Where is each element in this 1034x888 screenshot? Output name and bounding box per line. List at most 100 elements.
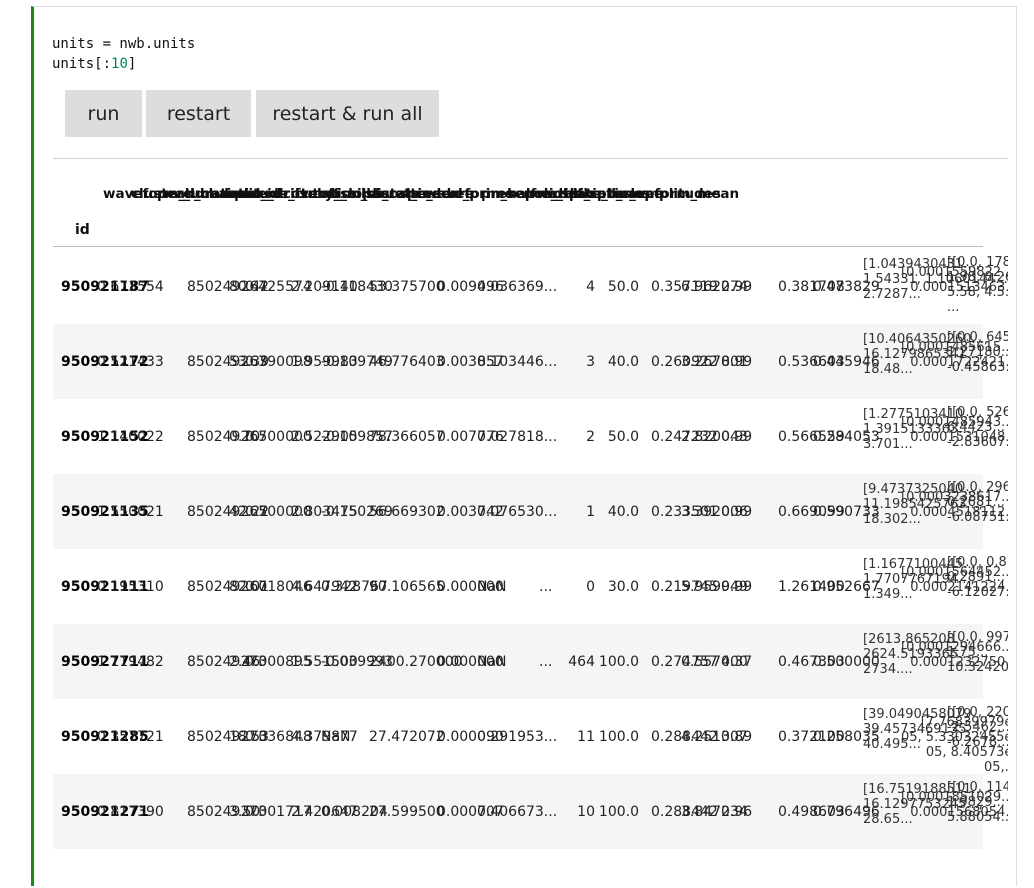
- cell: 0.521433: [97, 353, 164, 370]
- run-button[interactable]: run: [65, 90, 142, 137]
- cell: 0.99: [721, 578, 753, 595]
- table-row: 950921271 0.817390 850249273 3.50 0.001717 2.…: [53, 774, 1008, 849]
- cell: 1.550021: [97, 503, 164, 520]
- array-line: 10.32420...: [947, 660, 1008, 675]
- header-divider: [53, 246, 983, 247]
- cell: NaN: [477, 578, 507, 595]
- cell: NaN: [321, 728, 351, 745]
- cell: 0.195310: [97, 578, 164, 595]
- cell: 0.99: [721, 428, 753, 445]
- array-line: 6.4423...: [947, 420, 1005, 435]
- cell: 0.357721: [97, 728, 164, 745]
- array-line: -2.5462...: [947, 720, 1008, 735]
- cell: 0.99: [721, 353, 753, 370]
- array-line: [[0.0, 9977...: [947, 630, 1008, 645]
- column-header: snr: [239, 186, 264, 202]
- array-line: 0.2891...: [947, 570, 1005, 585]
- array-line: 1.9829...: [947, 795, 1005, 810]
- array-line: 0.2681...: [947, 495, 1005, 510]
- cell-waveform-mean: [[0.0, 2200...-2.5462...-6.2678...: [947, 705, 1008, 750]
- cell: 1.140022: [97, 428, 164, 445]
- cell-spread: 30.0: [607, 578, 639, 595]
- code-input[interactable]: units = nwb.units units[:10]: [52, 34, 195, 74]
- cell: 90.106565: [369, 578, 445, 595]
- cell: 0.89: [721, 728, 753, 745]
- cell: 53.375700: [369, 278, 445, 295]
- cell-local-index: 10: [577, 803, 595, 820]
- cell: 0.673554: [97, 278, 164, 295]
- cell: NaN: [477, 653, 507, 670]
- cell: 0.103446...: [477, 353, 558, 370]
- cell: 0.406673...: [477, 803, 558, 820]
- cell-waveform-mean: [[0.0, 5262...6.4423...-2.83607...: [947, 405, 1008, 450]
- cell: 0.076530...: [477, 503, 558, 520]
- array-line: [[0.0, 2962...: [947, 480, 1008, 495]
- code-line-1: units = nwb.units: [52, 36, 196, 52]
- cell: 1.119482: [97, 653, 164, 670]
- array-line: 1.98, 0.26...: [947, 270, 1008, 285]
- array-line: [[0.0, 0.87950...: [947, 555, 1008, 570]
- array-line: 05,...: [984, 760, 1008, 775]
- array-line: 5.58, 4.5...: [947, 285, 1008, 300]
- cell: 46.776403: [369, 353, 445, 370]
- cell: 56.669302: [369, 503, 445, 520]
- table-row: 950921285 0.357721 850249273 18.53 0.036848 4…: [53, 699, 1008, 775]
- cell-waveform-mean: [[0.0, 0.87950...0.2891...-6.12027...: [947, 555, 1008, 600]
- table-row: 950921111 0.195310 850249267 82.01 0.018046 4…: [53, 549, 1008, 624]
- cell: 0.99: [721, 278, 753, 295]
- cell-local-index: 0: [586, 578, 595, 595]
- cell-local-index: 11: [577, 728, 595, 745]
- cell-waveform-mean: [[0.0, 9977...1.75...10.32420...: [947, 630, 1008, 675]
- column-header: waveform_mean: [615, 186, 740, 202]
- cell-waveform-mean: [[0.0, 6454...1.27180...-0.45863...: [947, 330, 1008, 375]
- cell-local-index: 3: [586, 353, 595, 370]
- cell-spread: 40.0: [607, 503, 639, 520]
- cell-waveform-mean: [[0.0, 114475...1.9829...5.88054...: [947, 780, 1008, 825]
- array-line: 1.27180...: [947, 345, 1008, 360]
- cell-spread: 100.0: [598, 803, 639, 820]
- cell-local-index: 4: [586, 278, 595, 295]
- restart-run-all-button[interactable]: restart & run all: [256, 90, 439, 137]
- notebook-cell: units = nwb.units units[:10] run restart…: [31, 6, 1017, 886]
- cell: 0.027818...: [477, 428, 558, 445]
- cell-spread: 50.0: [607, 278, 639, 295]
- cell-waveform-mean: [[0.0, 1789384...1.98, 0.26...5.58, 4.5.…: [947, 255, 1008, 315]
- cell-spread: 100.0: [598, 728, 639, 745]
- cell: 0.291953...: [477, 728, 558, 745]
- array-line: 1.75...: [947, 645, 989, 660]
- cell: 0.96: [721, 803, 753, 820]
- array-line: [[0.0, 5262...: [947, 405, 1008, 420]
- cell: 27.599500: [369, 803, 445, 820]
- cell: ...: [539, 653, 553, 670]
- restart-button[interactable]: restart: [146, 90, 251, 137]
- output-dataframe[interactable]: waveform_duration cluster_id peak_channel_…: [53, 158, 1008, 888]
- array-line: -0.45863...: [947, 360, 1008, 375]
- cell: 0.37: [721, 653, 753, 670]
- cell-spread: 40.0: [607, 353, 639, 370]
- table-row: 950921172 0.521433 850249267 53.39 0.390098 1…: [53, 324, 1008, 399]
- index-header: id: [75, 222, 90, 238]
- table-row: 950921187 0.673554 850249267 80.42 0.425574 2…: [53, 249, 1008, 324]
- cell: 0.817390: [97, 803, 164, 820]
- array-line: ...: [947, 300, 960, 315]
- table-row: 950921135 1.550021 850249267 42.22 0.500000 2…: [53, 474, 1008, 549]
- cell-local-index: 1: [586, 503, 595, 520]
- array-line: -2.83607...: [947, 435, 1008, 450]
- array-line: -6.2678...: [947, 735, 1008, 750]
- cell-local-index: 464: [568, 653, 595, 670]
- array-line: [[0.0, 1789384...: [947, 255, 1008, 270]
- array-line: -6.12027...: [947, 585, 1008, 600]
- cell: 0.036369...: [477, 278, 558, 295]
- table-row: 950921152 1.140022 850249267 0.70 0.500000 2.…: [53, 399, 1008, 474]
- array-line: [[0.0, 114475...: [947, 780, 1008, 795]
- cell-local-index: 2: [586, 428, 595, 445]
- table-header: waveform_duration cluster_id peak_channel_…: [53, 158, 1008, 246]
- array-line: [[0.0, 2200...: [947, 705, 1008, 720]
- cell-spread: 50.0: [607, 428, 639, 445]
- table-row: 950927711 1.119482 850249273 2.46 0.000895 1.…: [53, 624, 1008, 699]
- cell: 0.99: [721, 503, 753, 520]
- cell: 27.472072: [369, 728, 445, 745]
- cell: ...: [539, 578, 553, 595]
- cell-spread: 100.0: [598, 653, 639, 670]
- code-line-2: units[:10]: [52, 56, 137, 72]
